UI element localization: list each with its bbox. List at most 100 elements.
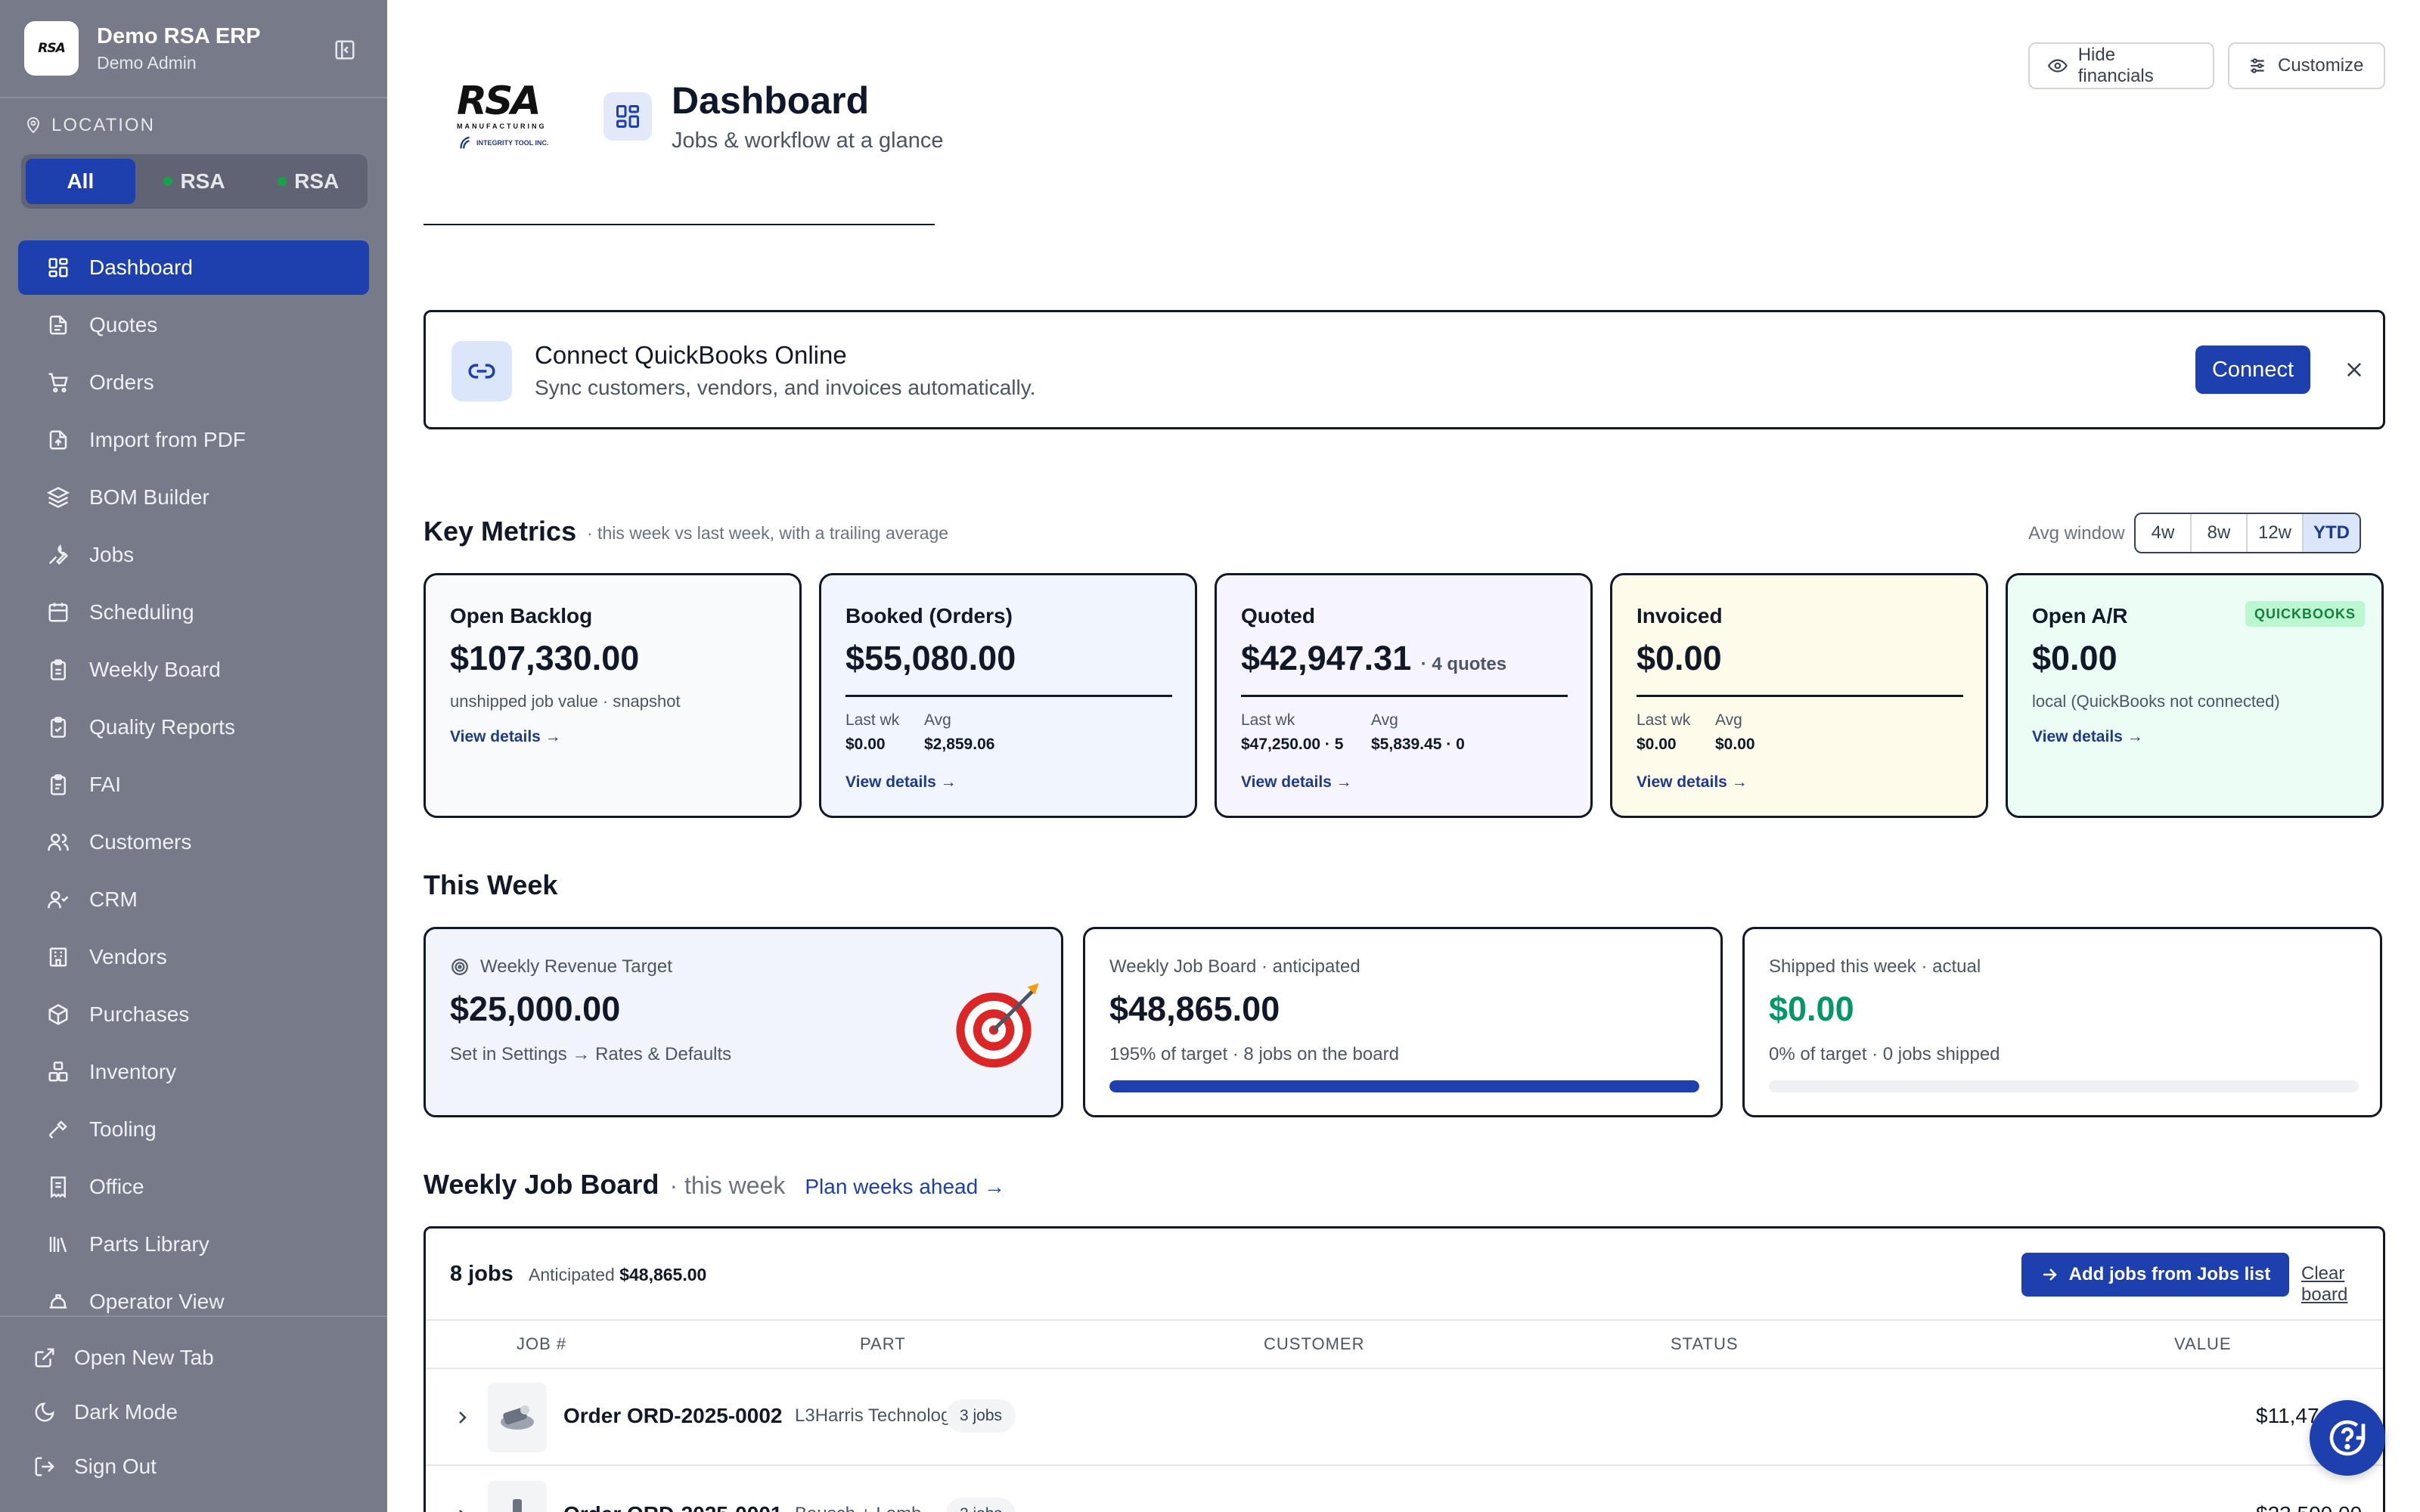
shipped-value: $0.00 xyxy=(1769,990,1854,1028)
boxes-icon xyxy=(48,1061,68,1082)
collapse-sidebar-button[interactable] xyxy=(330,35,360,65)
quote-count: · 4 quotes xyxy=(1420,654,1507,674)
sidebar-item-label: BOM Builder xyxy=(89,485,209,509)
clear-board-link[interactable]: Clear board xyxy=(2301,1263,2383,1306)
avg-value: $2,859.06 xyxy=(924,736,995,753)
table-row[interactable]: Order ORD-2025-0001 Bausch + Lomb 2 jobs… xyxy=(426,1467,2383,1512)
location-rsa-1[interactable]: RSA xyxy=(140,159,250,204)
col-job-number[interactable]: JOB # xyxy=(517,1334,566,1354)
sidebar-item-purchases[interactable]: Purchases xyxy=(18,987,369,1042)
view-details-link[interactable]: View details → xyxy=(450,728,561,746)
last-week-value: $0.00 xyxy=(1637,736,1677,753)
weekly-revenue-target-card: Weekly Revenue Target $25,000.00 Set in … xyxy=(424,927,1063,1117)
add-jobs-button[interactable]: Add jobs from Jobs list xyxy=(2021,1253,2289,1297)
key-metrics-title: Key Metrics xyxy=(424,516,577,547)
sidebar-item-crm[interactable]: CRM xyxy=(18,872,369,927)
sidebar-item-bom-builder[interactable]: BOM Builder xyxy=(18,470,369,525)
sidebar-item-quotes[interactable]: Quotes xyxy=(18,298,369,352)
location-rsa-2[interactable]: RSA xyxy=(253,159,363,204)
part-thumbnail xyxy=(488,1383,547,1452)
sidebar-item-label: Vendors xyxy=(89,945,167,968)
connect-quickbooks-button[interactable]: Connect xyxy=(2195,345,2310,394)
clipboard-check-icon xyxy=(51,717,66,738)
location-all[interactable]: All xyxy=(26,159,135,204)
sidebar-item-dashboard[interactable]: Dashboard xyxy=(18,240,369,295)
expand-row-button[interactable] xyxy=(447,1501,477,1512)
order-number[interactable]: Order ORD-2025-0002 xyxy=(563,1404,782,1428)
metric-value: $42,947.31 xyxy=(1241,639,1412,677)
order-number[interactable]: Order ORD-2025-0001 xyxy=(563,1502,782,1512)
location-switcher: All RSA RSA xyxy=(21,154,368,209)
metric-divider xyxy=(845,695,1172,697)
sidebar-item-vendors[interactable]: Vendors xyxy=(18,930,369,984)
bullseye-icon xyxy=(956,983,1039,1068)
help-chat-button[interactable] xyxy=(2310,1400,2385,1476)
main-content: RSA MANUFACTURING INTEGRITY TOOL INC. Da… xyxy=(387,0,2420,1512)
file-import-icon xyxy=(49,430,67,450)
sidebar-item-label: Customers xyxy=(89,830,192,854)
col-value[interactable]: VALUE xyxy=(2174,1334,2232,1354)
sidebar-item-tooling[interactable]: Tooling xyxy=(18,1102,369,1157)
avg-label: Avg xyxy=(1371,711,1398,729)
view-details-link[interactable]: View details → xyxy=(1637,773,1748,792)
metric-card-booked: Booked (Orders) $55,080.00 Last wk $0.00… xyxy=(819,573,1197,818)
metric-divider xyxy=(1241,695,1568,697)
sidebar-item-customers[interactable]: Customers xyxy=(18,815,369,869)
quickbooks-badge: QUICKBOOKS xyxy=(2245,601,2366,627)
plan-weeks-ahead-link[interactable]: Plan weeks ahead → xyxy=(805,1175,1005,1199)
view-details-link[interactable]: View details → xyxy=(2032,728,2143,746)
col-part[interactable]: PART xyxy=(860,1334,906,1354)
external-link-icon xyxy=(35,1348,54,1368)
sidebar-item-orders[interactable]: Orders xyxy=(18,355,369,410)
table-row[interactable]: Order ORD-2025-0002 L3Harris Technologie… xyxy=(426,1369,2383,1466)
key-metrics-note: · this week vs last week, with a trailin… xyxy=(587,523,949,543)
shipped-this-week-card: Shipped this week · actual $0.00 0% of t… xyxy=(1742,927,2382,1117)
sidebar-item-scheduling[interactable]: Scheduling xyxy=(18,585,369,640)
anticipated-label: Anticipated xyxy=(529,1265,615,1284)
sidebar-item-fai[interactable]: FAI xyxy=(18,758,369,812)
quickbooks-title: Connect QuickBooks Online xyxy=(535,341,847,369)
sidebar-item-weekly-board[interactable]: Weekly Board xyxy=(18,643,369,697)
sidebar-nav: Dashboard Quotes Orders Import from PDF … xyxy=(18,240,369,1332)
sign-out-button[interactable]: Sign Out xyxy=(33,1455,157,1479)
customize-button[interactable]: Customize xyxy=(2228,42,2385,89)
shipped-label: Shipped this week · actual xyxy=(1769,956,1981,977)
expand-row-button[interactable] xyxy=(447,1402,477,1433)
col-status[interactable]: STATUS xyxy=(1671,1334,1739,1354)
metric-value: $55,080.00 xyxy=(845,639,1016,677)
target-value: $25,000.00 xyxy=(450,990,621,1028)
weekly-job-board-card: Weekly Job Board · anticipated $48,865.0… xyxy=(1083,927,1723,1117)
avg-option-8w[interactable]: 8w xyxy=(2192,514,2248,552)
avg-option-12w[interactable]: 12w xyxy=(2248,514,2304,552)
target-label: Weekly Revenue Target xyxy=(450,956,672,978)
view-details-link[interactable]: View details → xyxy=(845,773,957,792)
status-dot xyxy=(163,177,173,186)
sidebar-item-quality-reports[interactable]: Quality Reports xyxy=(18,700,369,754)
brand-logo[interactable]: RSA xyxy=(24,21,79,76)
moon-icon xyxy=(35,1402,54,1422)
avg-option-4w[interactable]: 4w xyxy=(2136,514,2192,552)
hide-financials-label: Hide financials xyxy=(2077,45,2154,86)
sidebar-item-inventory[interactable]: Inventory xyxy=(18,1045,369,1099)
metric-value: $0.00 xyxy=(1637,639,1722,677)
dark-mode-toggle[interactable]: Dark Mode xyxy=(33,1400,178,1424)
dismiss-banner-button[interactable] xyxy=(2339,355,2369,385)
view-details-link[interactable]: View details → xyxy=(1241,773,1352,792)
link-icon xyxy=(468,364,495,379)
open-new-tab-button[interactable]: Open New Tab xyxy=(33,1346,214,1370)
avg-value: $5,839.45 · 0 xyxy=(1371,736,1465,753)
open-new-tab-label: Open New Tab xyxy=(74,1346,214,1369)
sidebar-item-label: Quotes xyxy=(89,313,158,336)
sidebar-item-jobs[interactable]: Jobs xyxy=(18,528,369,582)
sidebar-item-parts-library[interactable]: Parts Library xyxy=(18,1217,369,1272)
avg-label: Avg xyxy=(924,711,951,729)
page-subtitle: Jobs & workflow at a glance xyxy=(672,129,944,153)
sidebar: RSA Demo RSA ERP Demo Admin LOCATION All… xyxy=(0,0,387,1512)
hide-financials-button[interactable]: Hide financials xyxy=(2028,42,2214,89)
avg-value: $0.00 xyxy=(1715,736,1755,753)
sidebar-item-office[interactable]: Office xyxy=(18,1160,369,1214)
sidebar-item-import-from-pdf[interactable]: Import from PDF xyxy=(18,413,369,467)
avg-option-ytd[interactable]: YTD xyxy=(2304,514,2360,552)
col-customer[interactable]: CUSTOMER xyxy=(1264,1334,1365,1354)
grid-icon xyxy=(48,258,68,277)
